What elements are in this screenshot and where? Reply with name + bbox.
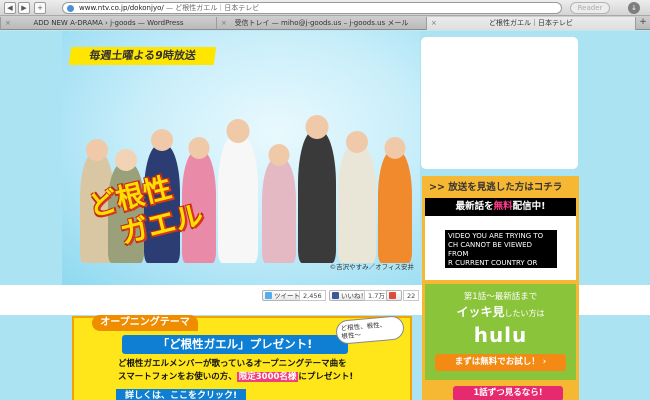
cast-member: [262, 144, 296, 263]
tab-label: ど根性ガエル｜日本テレビ: [489, 19, 573, 27]
copyright-text: ©吉沢やすみ／オフィス安井: [329, 263, 414, 271]
present-description: ど根性ガエルメンバーが歌っているオープニングテーマ曲を スマートフォンをお使いの…: [118, 358, 408, 384]
back-icon[interactable]: ◀: [4, 2, 16, 14]
twitter-icon: [265, 292, 272, 299]
hulu-panel: 第1話～最新話まで イッキ見したい方は hulu まずは無料でお試し！ ›: [425, 284, 576, 380]
description-line-2: スマートフォンをお使いの方、 限定3000名様 にプレゼント!: [118, 371, 408, 384]
show-logo: ど根性 ガエル: [85, 171, 232, 267]
tab-wordpress[interactable]: × ADD NEW A-DRAMA › j-goods — WordPress: [0, 17, 216, 30]
site-icon: [67, 5, 74, 12]
page-title-text: ど根性ガエル｜日本テレビ: [175, 4, 260, 12]
video-player[interactable]: VIDEO YOU ARE TRYING TO CH CANNOT BE VIE…: [425, 216, 576, 280]
hulu-logo: hulu: [473, 323, 528, 347]
binge-small: したい方は: [504, 309, 545, 318]
cast-member: [378, 137, 412, 263]
description-post: にプレゼント!: [298, 372, 354, 382]
present-title: 「ど根性ガエル」プレゼント!: [122, 335, 348, 354]
ad-space: [421, 37, 578, 169]
facebook-icon: [332, 292, 339, 299]
free-trial-button[interactable]: まずは無料でお試し！ ›: [435, 354, 566, 371]
tweet-label: ツイート: [274, 292, 300, 300]
all-episodes-text: 第1話～最新話まで: [463, 292, 538, 302]
speech-bubble: ど根性、根性、 根性～: [335, 315, 405, 345]
single-episode-area: 1話ずつ見るなら!: [425, 383, 576, 400]
share-icon[interactable]: +: [34, 2, 46, 14]
close-tab-icon[interactable]: ×: [431, 17, 437, 29]
details-click-button[interactable]: 詳しくは、ここをクリック!: [116, 389, 246, 400]
latest-suffix: 配信中!: [512, 201, 546, 212]
opening-theme-banner[interactable]: オープニングテーマ 「ど根性ガエル」プレゼント! ど根性、根性、 根性～ ど根性…: [72, 315, 412, 400]
opening-theme-heading: オープニングテーマ: [92, 315, 198, 331]
binge-text: イッキ見したい方は: [425, 303, 576, 320]
tweet-count: 2,456: [299, 290, 326, 301]
missed-broadcast-link[interactable]: >> 放送を見逃した方はコチラ: [425, 179, 576, 196]
tab-bar: × ADD NEW A-DRAMA › j-goods — WordPress …: [0, 16, 650, 30]
single-episode-button[interactable]: 1話ずつ見るなら!: [453, 386, 563, 400]
page-content: 毎週土曜よる9時放送 ど根性 ガエル ©吉沢やすみ／オフィス安井 ツイート 2,…: [0, 31, 650, 400]
download-icon[interactable]: ↓: [628, 2, 640, 14]
tab-label: 受信トレイ — miho@j-goods.us – j-goods.us メール: [234, 19, 409, 27]
cast-member: [298, 115, 336, 263]
google-plus-button[interactable]: [386, 290, 402, 301]
close-tab-icon[interactable]: ×: [5, 17, 11, 29]
description-pre: スマートフォンをお使いの方、: [118, 372, 237, 382]
reader-button[interactable]: Reader: [570, 2, 610, 14]
tweet-button[interactable]: ツイート: [262, 290, 304, 301]
tab-dokonjyo[interactable]: × ど根性ガエル｜日本テレビ: [426, 17, 636, 30]
latest-prefix: 最新話を: [455, 201, 494, 212]
title-separator: —: [165, 4, 176, 12]
forward-icon[interactable]: ▶: [18, 2, 30, 14]
plus-count: 22: [403, 290, 420, 301]
logo-text: ど根性 ガエル: [85, 165, 206, 257]
broadcast-schedule: 毎週土曜よる9時放送: [68, 47, 217, 65]
tab-label: ADD NEW A-DRAMA › j-goods — WordPress: [33, 19, 184, 27]
limited-highlight: 限定3000名様: [236, 372, 299, 382]
description-line-1: ど根性ガエルメンバーが歌っているオープニングテーマ曲を: [118, 359, 347, 369]
url-text: www.ntv.co.jp/dokonjyo/: [79, 4, 164, 12]
geo-block-notice: VIDEO YOU ARE TRYING TO CH CANNOT BE VIE…: [445, 230, 557, 276]
binge-big: イッキ見: [456, 305, 505, 319]
close-tab-icon[interactable]: ×: [221, 17, 227, 29]
google-plus-icon: [389, 292, 396, 299]
free-label: 無料: [493, 201, 513, 212]
latest-episode-banner: 最新話を無料配信中!: [425, 198, 576, 216]
new-tab-icon[interactable]: +: [638, 18, 648, 28]
tab-mail[interactable]: × 受信トレイ — miho@j-goods.us – j-goods.us メ…: [216, 17, 426, 30]
cast-member: [338, 131, 376, 263]
address-field[interactable]: www.ntv.co.jp/dokonjyo/ — ど根性ガエル｜日本テレビ: [62, 2, 562, 14]
hero-banner: 毎週土曜よる9時放送 ど根性 ガエル ©吉沢やすみ／オフィス安井: [62, 31, 420, 285]
catchup-sidebar: >> 放送を見逃した方はコチラ 最新話を無料配信中! VIDEO YOU ARE…: [422, 176, 579, 400]
address-bar-area: ◀ ▶ + www.ntv.co.jp/dokonjyo/ — ど根性ガエル｜日…: [0, 0, 650, 16]
